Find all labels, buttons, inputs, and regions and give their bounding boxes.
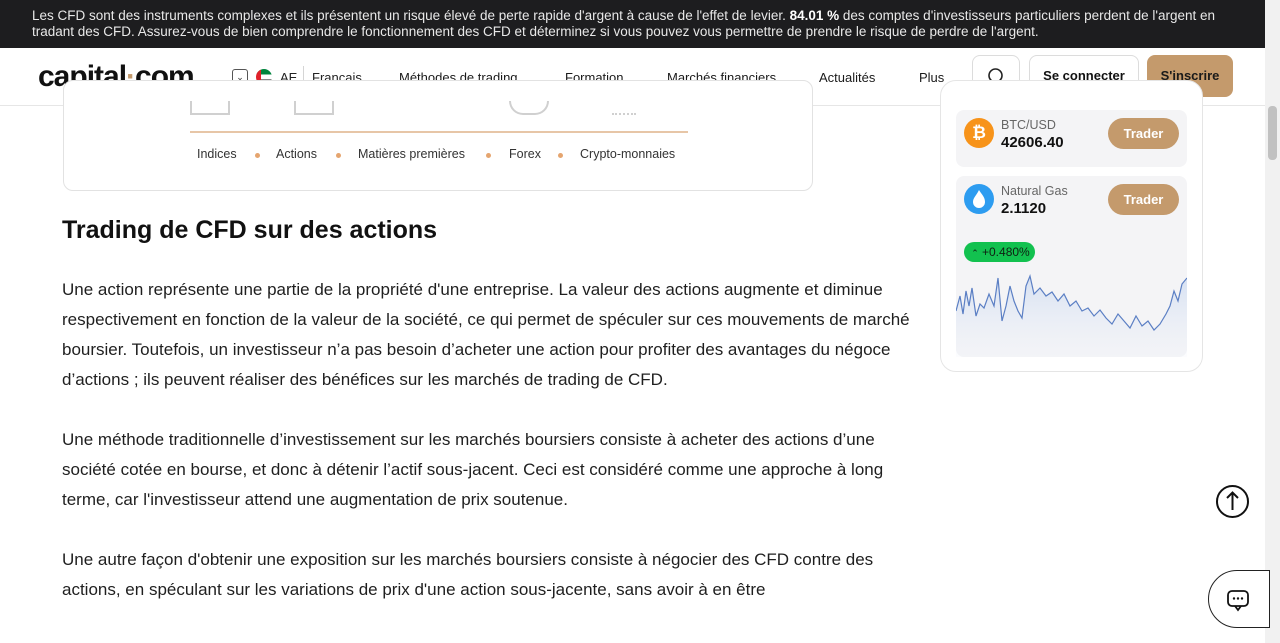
article-heading: Trading de CFD sur des actions	[62, 216, 438, 244]
ticker-price: 42606.40	[1001, 134, 1064, 151]
asset-commodities[interactable]: Matières premières	[358, 147, 465, 161]
commodities-icon	[396, 101, 436, 115]
chat-button[interactable]	[1208, 570, 1270, 628]
forex-icon	[509, 101, 549, 115]
scrollbar-thumb[interactable]	[1268, 106, 1277, 160]
arrow-up-icon	[1226, 491, 1239, 510]
price-change-badge: ⌃ +0.480%	[964, 242, 1035, 262]
market-sidebar: ₿ BTC/USD 42606.40 Trader Natural Gas 2.…	[940, 80, 1203, 372]
asset-crypto[interactable]: Crypto-monnaies	[580, 147, 675, 161]
asset-forex[interactable]: Forex	[509, 147, 541, 161]
article-content: Trading de CFD sur des actions Une actio…	[62, 216, 912, 635]
article-paragraph: Une action représente une partie de la p…	[62, 280, 910, 389]
sparkline-chart	[956, 273, 1187, 357]
page-scrollbar[interactable]	[1265, 0, 1280, 643]
risk-percent: 84.01 %	[789, 8, 840, 23]
bitcoin-icon: ₿	[964, 118, 994, 148]
menu-news[interactable]: Actualités	[819, 70, 875, 85]
indices-icon	[190, 101, 230, 115]
arrow-up-icon: ⌃	[971, 248, 979, 258]
chat-icon	[1227, 590, 1249, 612]
price-change-value: +0.480%	[982, 245, 1030, 259]
ticker-name: Natural Gas	[1001, 184, 1068, 198]
ticker-natural-gas[interactable]: Natural Gas 2.1120 Trader ⌃ +0.480%	[956, 176, 1187, 357]
separator-dot	[255, 153, 260, 158]
divider	[190, 131, 688, 133]
asset-classes-list: Indices Actions Matières premières Forex…	[64, 147, 812, 165]
separator-dot	[486, 153, 491, 158]
risk-warning-banner: Les CFD sont des instruments complexes e…	[0, 0, 1265, 48]
trade-button[interactable]: Trader	[1108, 184, 1179, 215]
risk-warning-text: Les CFD sont des instruments complexes e…	[32, 8, 790, 23]
asset-indices[interactable]: Indices	[197, 147, 237, 161]
separator-dot	[558, 153, 563, 158]
asset-classes-card: Indices Actions Matières premières Forex…	[63, 80, 813, 191]
separator-dot	[336, 153, 341, 158]
asset-shares[interactable]: Actions	[276, 147, 317, 161]
ticker-name: BTC/USD	[1001, 118, 1056, 132]
article-paragraph: Une méthode traditionnelle d’investissem…	[62, 430, 884, 509]
shares-icon	[294, 101, 334, 115]
flame-icon	[964, 184, 994, 214]
trade-button[interactable]: Trader	[1108, 118, 1179, 149]
article-paragraph: Une autre façon d'obtenir une exposition…	[62, 550, 874, 599]
ticker-btc[interactable]: ₿ BTC/USD 42606.40 Trader	[956, 110, 1187, 167]
back-to-top-button[interactable]	[1216, 485, 1249, 518]
ticker-price: 2.1120	[1001, 200, 1047, 217]
menu-more[interactable]: Plus	[919, 70, 944, 85]
crypto-icon	[612, 101, 636, 115]
